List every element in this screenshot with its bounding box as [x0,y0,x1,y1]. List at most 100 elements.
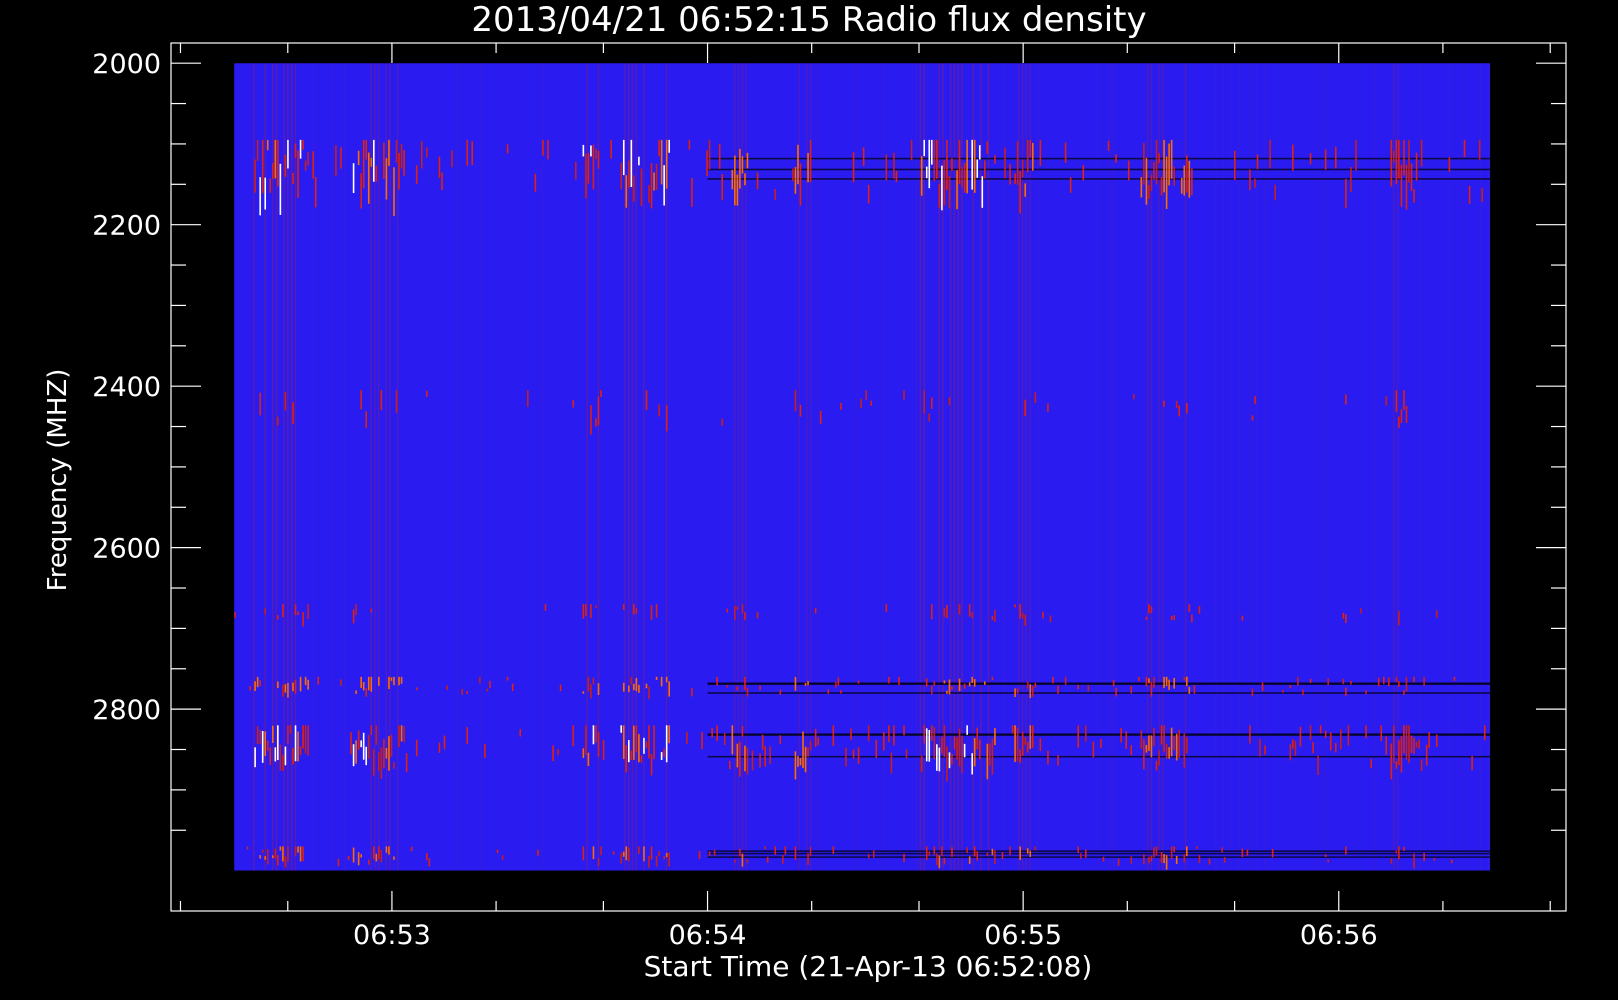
heatmap-cell [1428,732,1430,748]
heatmap-cell [1191,168,1193,196]
heatmap-cell [1112,680,1115,687]
heatmap-cell [388,676,390,689]
heatmap-cell [660,139,663,185]
heatmap-cell [1403,390,1405,410]
heatmap-cell [930,725,933,741]
heatmap-cell [1049,615,1052,623]
heatmap-cell [362,139,365,189]
heatmap-cell [400,144,403,169]
heatmap-cell [612,851,615,855]
heatmap-cell [648,855,650,868]
heatmap-cell [668,139,671,153]
heatmap-cell [287,682,289,698]
heatmap-cell [764,846,766,850]
heatmap-cell [1463,139,1466,157]
heatmap-cell [1395,390,1398,412]
heatmap-cell [400,725,403,742]
heatmap-cell [595,725,597,743]
heatmap-cell [1188,160,1191,198]
heatmap-cell [587,752,590,766]
heatmap-cell [946,690,948,694]
heatmap-dark-line [707,852,1491,855]
heatmap-cell [297,731,299,762]
heatmap-cell [1064,676,1067,685]
heatmap-streak [332,63,334,871]
heatmap-cell [1148,184,1150,200]
heatmap-cell [302,139,304,150]
heatmap-streak [1158,63,1160,871]
heatmap-cell [1324,149,1327,170]
heatmap-cell [266,139,269,151]
heatmap-cell [355,690,357,694]
heatmap-cell [1198,854,1201,863]
heatmap-cell [398,676,400,686]
heatmap-cell [287,846,289,862]
heatmap-cell [1047,750,1049,765]
heatmap-cell [832,846,835,854]
heatmap-cell [804,746,807,773]
heatmap-cell [925,728,928,762]
heatmap-cell [314,177,317,208]
heatmap-cell [277,725,279,761]
heatmap-cell [1160,177,1163,196]
heatmap-cell [1145,157,1148,205]
heatmap-cell [355,604,357,616]
heatmap-cell [390,677,393,681]
heatmap-cell [991,738,994,775]
heatmap-cell [718,143,721,169]
heatmap-cell [1415,152,1418,181]
heatmap-cell [350,732,352,755]
heatmap-cell [903,853,905,862]
heatmap-cell [1165,855,1168,870]
heatmap-cell [1382,676,1385,685]
heatmap-cell [388,846,390,855]
heatmap-cell [410,846,413,852]
heatmap-cell [1024,183,1027,197]
heatmap-cell [951,158,953,171]
heatmap-cell [1327,678,1329,685]
heatmap-cell [1340,729,1342,750]
heatmap-cell [370,676,373,692]
heatmap-cell [1077,725,1080,748]
heatmap-cell [365,688,368,697]
heatmap-cell [756,172,759,190]
heatmap-cell [885,154,888,181]
heatmap-cell [933,727,936,760]
heatmap-cell [956,170,958,210]
heatmap-cell [282,604,284,618]
heatmap-cell [809,846,812,857]
heatmap-cell [622,682,625,692]
heatmap-cell [925,678,928,687]
heatmap-cell [840,402,842,410]
heatmap-cell [650,605,653,620]
heatmap-cell [645,683,648,689]
heatmap-cell [1350,680,1352,685]
heatmap-cell [665,852,668,858]
heatmap-cell [1014,688,1016,697]
heatmap-streak [1108,63,1111,871]
heatmap-cell [519,729,522,737]
heatmap-cell [984,681,986,685]
heatmap-cell [372,139,375,182]
heatmap-cell [1079,853,1082,859]
heatmap-cell [782,855,784,864]
heatmap-cell [625,744,628,773]
heatmap-cell [1292,144,1294,171]
heatmap-dark-line [707,178,1491,180]
heatmap-cell [620,852,623,864]
heatmap-cell [994,850,996,864]
heatmap-cell [640,168,643,206]
heatmap-cell [941,846,943,857]
heatmap-cell [486,688,489,692]
heatmap-cell [744,745,746,772]
heatmap-cell [365,411,368,429]
heatmap-cell [650,163,653,209]
heatmap-cell [744,676,746,690]
heatmap-cell [1451,859,1453,864]
heatmap-streak [396,63,399,871]
heatmap-streak [290,63,293,871]
heatmap-cell [862,147,865,166]
heatmap-streak [817,63,819,871]
heatmap-cell [1413,676,1415,683]
heatmap-cell [1196,846,1198,849]
